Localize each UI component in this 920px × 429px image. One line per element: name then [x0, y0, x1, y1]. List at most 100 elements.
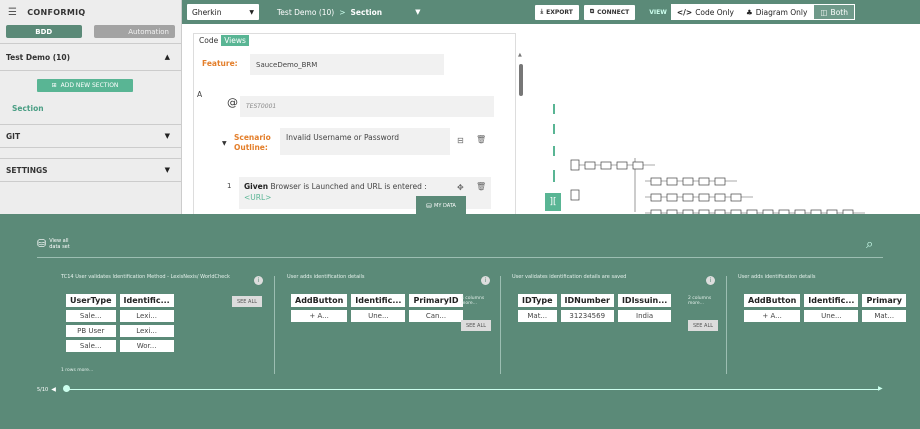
- my-data-label: MY DATA: [434, 203, 456, 209]
- diagram-node: [650, 193, 662, 202]
- columns-more-line2: more...: [688, 301, 704, 306]
- view-all-line2: data set: [49, 244, 70, 250]
- view-all-text: View all data set: [49, 238, 70, 250]
- export-button[interactable]: ⤓ EXPORT: [534, 4, 579, 20]
- note-icon[interactable]: ⊟: [457, 136, 464, 145]
- caret-down-icon[interactable]: ▼: [165, 132, 170, 140]
- tab-automation[interactable]: Automation: [93, 25, 175, 38]
- tab-bdd[interactable]: BDD: [6, 25, 82, 38]
- add-section-icon: ⊞: [51, 82, 57, 89]
- top-bar: Gherkin ▼ Test Demo (10) > Section ▼ ⤓ E…: [182, 0, 920, 24]
- view-both-label: Both: [830, 7, 848, 17]
- diagram-node: [714, 177, 726, 186]
- view-diagram-only[interactable]: ♣ Diagram Only: [739, 4, 814, 20]
- language-select[interactable]: Gherkin ▼: [187, 4, 259, 20]
- table-cell: Mat...: [518, 310, 557, 322]
- diagram-divider: [553, 104, 555, 114]
- dataset-slider-track[interactable]: [68, 389, 878, 390]
- view-both[interactable]: ◫ Both: [813, 4, 855, 20]
- diagram-node: [682, 177, 694, 186]
- scenario-outline-label: Scenario Outline:: [234, 133, 271, 153]
- menu-icon[interactable]: ☰: [8, 7, 17, 18]
- table-cell: Can...: [409, 310, 463, 322]
- pager-text: 5/10: [37, 386, 49, 393]
- see-all-button[interactable]: SEE ALL: [232, 296, 262, 307]
- trash-icon[interactable]: 🗑: [476, 182, 486, 191]
- scroll-thumb[interactable]: [519, 64, 523, 96]
- chevron-right-icon[interactable]: ▶: [878, 385, 883, 392]
- dataset-title: User adds identification details: [738, 274, 816, 280]
- chevron-down-icon[interactable]: ▼: [415, 8, 420, 16]
- sidebar-item-section[interactable]: Section: [12, 104, 44, 113]
- diagram-node: [666, 177, 678, 186]
- info-icon[interactable]: i: [254, 276, 263, 285]
- caret-down-icon[interactable]: ▼: [165, 166, 170, 174]
- dataset-title: User validates identification details ar…: [512, 274, 627, 280]
- see-all-button[interactable]: SEE ALL: [461, 320, 491, 331]
- caret-up-icon[interactable]: ▲: [165, 53, 170, 61]
- diagram-node: [698, 177, 710, 186]
- see-all-button[interactable]: SEE ALL: [688, 320, 718, 331]
- scroll-up-icon[interactable]: ▲: [518, 52, 522, 58]
- table-cell: Une...: [804, 310, 859, 322]
- info-icon[interactable]: i: [481, 276, 490, 285]
- editor-scrollbar[interactable]: ▲: [518, 52, 524, 214]
- diagram-divider: [553, 124, 555, 134]
- tab-code[interactable]: Code: [196, 35, 221, 46]
- trash-icon[interactable]: 🗑: [476, 135, 486, 144]
- dataset-slider-handle[interactable]: [63, 385, 70, 392]
- table-row[interactable]: + A... Une... Mat...: [744, 310, 906, 322]
- search-icon[interactable]: ⌕: [866, 237, 873, 252]
- diagram-node: [570, 159, 580, 171]
- scenario-input[interactable]: Invalid Username or Password: [280, 128, 450, 155]
- connect-button[interactable]: ⧉ CONNECT: [583, 4, 636, 20]
- dataset-table[interactable]: UserType Identific... Sale... Lexi... PB…: [62, 291, 178, 355]
- column-header: Identific...: [119, 294, 174, 307]
- export-icon: ⤓: [540, 8, 544, 15]
- diagram-node: [682, 193, 694, 202]
- column-header: Identific...: [351, 294, 406, 307]
- breadcrumb-suite[interactable]: Test Demo (10): [277, 8, 334, 17]
- settings-header[interactable]: SETTINGS ▼: [0, 158, 182, 182]
- columns-more-text: 4 columns more...: [461, 296, 484, 306]
- tab-views[interactable]: Views: [221, 35, 249, 46]
- code-icon: </>: [676, 7, 693, 17]
- table-row[interactable]: Sale... Lexi...: [66, 310, 174, 322]
- table-row[interactable]: Sale... Wor...: [66, 340, 174, 352]
- add-section-label: ADD NEW SECTION: [60, 82, 119, 89]
- dataset-table[interactable]: IDType IDNumber IDIssuin... Mat... 31234…: [514, 291, 675, 325]
- caret-down-icon[interactable]: ▼: [222, 140, 227, 147]
- view-all-datasets[interactable]: ⛁ View all data set: [37, 238, 70, 250]
- column-header: AddButton: [291, 294, 348, 307]
- add-section-button[interactable]: ⊞ ADD NEW SECTION: [37, 79, 133, 92]
- table-row[interactable]: PB User Lexi...: [66, 325, 174, 337]
- suite-header[interactable]: Test Demo (10) ▲: [0, 43, 182, 71]
- my-data-button[interactable]: ⛁ MY DATA: [416, 196, 466, 216]
- tag-input[interactable]: TEST0001: [240, 96, 494, 117]
- expand-icon[interactable]: ][: [545, 193, 561, 211]
- git-header[interactable]: GIT ▼: [0, 124, 182, 148]
- chevron-left-icon[interactable]: ◀: [51, 386, 56, 393]
- panel-divider: [37, 257, 883, 258]
- data-panel: ⛁ View all data set ⌕ TC14 User validate…: [0, 214, 920, 429]
- view-code-only[interactable]: </> Code Only: [670, 4, 740, 20]
- table-cell: Sale...: [66, 310, 116, 322]
- table-row[interactable]: + A... Une... Can...: [291, 310, 463, 322]
- suite-title: Test Demo (10): [6, 52, 71, 62]
- column-header: UserType: [66, 294, 116, 307]
- breadcrumb-section[interactable]: Section: [351, 8, 383, 17]
- table-row[interactable]: Mat... 31234569 India: [518, 310, 672, 322]
- info-icon[interactable]: i: [706, 276, 715, 285]
- dataset-divider: [726, 276, 727, 374]
- feature-input[interactable]: SauceDemo_BRM: [250, 54, 444, 75]
- dataset-divider: [274, 276, 275, 374]
- move-icon[interactable]: ✥: [457, 183, 464, 192]
- breadcrumb-separator: >: [339, 7, 346, 17]
- dataset-table[interactable]: AddButton Identific... Primary + A... Un…: [740, 291, 910, 325]
- columns-more-line2: more...: [461, 301, 477, 306]
- view-code-label: Code Only: [695, 7, 734, 17]
- column-header: Primary: [862, 294, 906, 307]
- table-cell: India: [617, 310, 672, 322]
- dataset-table[interactable]: AddButton Identific... PrimaryID + A... …: [287, 291, 467, 325]
- flow-diagram[interactable]: [565, 150, 915, 220]
